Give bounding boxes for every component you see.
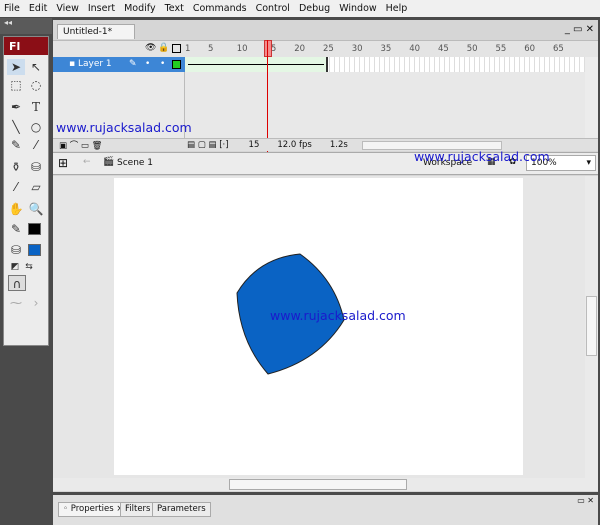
zoom-tool-icon[interactable]: 🔍 bbox=[27, 201, 45, 217]
frame-number: 65 bbox=[553, 44, 564, 54]
frame-number: 25 bbox=[323, 44, 334, 54]
stage-hscroll[interactable] bbox=[53, 478, 598, 491]
watermark: www.rujacksalad.com bbox=[270, 308, 406, 323]
pasteboard bbox=[53, 176, 585, 478]
scene-icon: 🎬 bbox=[103, 157, 115, 167]
pencil-icon: ✎ bbox=[129, 59, 137, 69]
frame-number: 55 bbox=[495, 44, 507, 54]
menu-file[interactable]: File bbox=[4, 3, 20, 14]
line-tool-icon[interactable]: ╲ bbox=[7, 119, 25, 135]
collapse-toolbox-button[interactable]: ◂◂ bbox=[0, 18, 52, 34]
oval-tool-icon[interactable]: ○ bbox=[27, 119, 45, 135]
paint-bucket-tool-icon[interactable]: ⛁ bbox=[27, 159, 45, 175]
frame-number: 35 bbox=[380, 44, 392, 54]
document-tab[interactable]: Untitled-1* bbox=[57, 24, 135, 39]
menu-text[interactable]: Text bbox=[165, 3, 184, 14]
timeline-frames-area bbox=[185, 72, 585, 138]
frame-number: 60 bbox=[524, 44, 536, 54]
frame-number: 20 bbox=[294, 44, 306, 54]
pen-tool-icon[interactable]: ✒ bbox=[7, 99, 25, 115]
current-frame: 15 bbox=[248, 140, 260, 150]
timeline-toggle-icon[interactable]: ⊞ bbox=[58, 156, 68, 170]
layer-row[interactable]: ▪ Layer 1 ✎ • • bbox=[53, 57, 185, 72]
menu-debug[interactable]: Debug bbox=[299, 3, 330, 14]
subselection-tool-icon[interactable]: ↖ bbox=[27, 59, 45, 75]
eraser-tool-icon[interactable]: ▱ bbox=[27, 179, 45, 195]
panel-controls[interactable]: ▭ ✕ bbox=[577, 496, 594, 505]
layer-name: Layer 1 bbox=[77, 59, 112, 69]
smooth-icon[interactable]: ⁓ bbox=[7, 295, 25, 311]
lock-dot[interactable]: • bbox=[160, 57, 165, 72]
properties-panel: ◦ Properties × Filters Parameters ▭ ✕ bbox=[53, 495, 598, 525]
fill-color-icon: ⛁ bbox=[10, 243, 22, 257]
menu-control[interactable]: Control bbox=[256, 3, 290, 14]
frame-number: 5 bbox=[208, 44, 214, 54]
toolbox: Fl ➤ ↖ ⬚ ◌ ✒ T ╲ ○ ✎ ⁄ ⚱ ⛁ ⁄ ▱ ✋ 🔍 ✎ ⛁ ◩… bbox=[3, 36, 49, 346]
selection-tool-icon[interactable]: ➤ bbox=[7, 59, 25, 75]
menu-view[interactable]: View bbox=[56, 3, 79, 14]
visibility-dot[interactable]: • bbox=[145, 57, 150, 72]
menu-window[interactable]: Window bbox=[339, 3, 376, 14]
back-arrow-icon[interactable]: ← bbox=[83, 157, 91, 167]
watermark: www.rujacksalad.com bbox=[56, 120, 192, 135]
watermark: www.rujacksalad.com bbox=[414, 149, 550, 164]
lasso-tool-icon[interactable]: ◌ bbox=[27, 77, 45, 93]
menu-insert[interactable]: Insert bbox=[88, 3, 115, 14]
frame-number: 40 bbox=[409, 44, 421, 54]
swap-colors-icon[interactable]: ⇆ bbox=[20, 259, 38, 275]
outline-icon[interactable] bbox=[172, 44, 181, 53]
tab-properties[interactable]: ◦ Properties × bbox=[58, 502, 129, 517]
timeline-vscroll[interactable] bbox=[585, 57, 598, 138]
frame-number: 1 bbox=[185, 44, 191, 54]
document-window: Untitled-1* _ ▭ ✕ 👁 🔒 151015202530354045… bbox=[53, 20, 598, 492]
tab-filters[interactable]: Filters bbox=[120, 502, 156, 517]
tab-parameters[interactable]: Parameters bbox=[152, 502, 211, 517]
brush-tool-icon[interactable]: ⁄ bbox=[27, 137, 45, 153]
straighten-icon[interactable]: › bbox=[27, 295, 45, 311]
layer-icon: ▪ bbox=[69, 59, 78, 69]
menu-help[interactable]: Help bbox=[386, 3, 408, 14]
elapsed-time: 1.2s bbox=[329, 140, 348, 150]
ink-bottle-tool-icon[interactable]: ⚱ bbox=[7, 159, 25, 175]
stage-svg bbox=[236, 253, 345, 375]
onion-skin-icons[interactable]: ▤ ▢ ▤ [·] bbox=[187, 140, 229, 150]
timeline-header: 👁 🔒 15101520253035404550556065 bbox=[53, 40, 598, 57]
frame-number: 30 bbox=[351, 44, 363, 54]
stage-vscroll[interactable] bbox=[585, 176, 598, 478]
frame-rate: 12.0 fps bbox=[277, 140, 312, 150]
scene-name[interactable]: Scene 1 bbox=[117, 158, 153, 168]
window-controls[interactable]: _ ▭ ✕ bbox=[565, 24, 594, 35]
free-transform-tool-icon[interactable]: ⬚ bbox=[7, 77, 25, 93]
fill-color-swatch[interactable] bbox=[28, 244, 41, 256]
snap-to-objects-icon[interactable]: ∩ bbox=[8, 275, 26, 291]
outline-color-square[interactable] bbox=[172, 60, 181, 69]
text-tool-icon[interactable]: T bbox=[27, 99, 45, 115]
frame-number: 50 bbox=[466, 44, 478, 54]
hand-tool-icon[interactable]: ✋ bbox=[7, 201, 25, 217]
motion-tween[interactable] bbox=[185, 57, 328, 72]
playhead-handle[interactable] bbox=[264, 40, 272, 57]
menu-modify[interactable]: Modify bbox=[124, 3, 155, 14]
eye-icon[interactable]: 👁 bbox=[145, 43, 156, 53]
layer-buttons-icon[interactable]: ▣ ⌒ ▭ 🗑 bbox=[59, 139, 179, 151]
eyedropper-tool-icon[interactable]: ⁄ bbox=[7, 179, 25, 195]
app-logo: Fl bbox=[4, 37, 48, 55]
menu-commands[interactable]: Commands bbox=[193, 3, 247, 14]
frame-number: 45 bbox=[438, 44, 449, 54]
menu-bar: File Edit View Insert Modify Text Comman… bbox=[0, 0, 600, 17]
frame-number: 10 bbox=[236, 44, 248, 54]
pencil-tool-icon[interactable]: ✎ bbox=[7, 137, 25, 153]
menu-edit[interactable]: Edit bbox=[29, 3, 47, 14]
lock-icon[interactable]: 🔒 bbox=[158, 43, 169, 53]
stroke-color-swatch[interactable] bbox=[28, 223, 41, 235]
stroke-color-icon: ✎ bbox=[10, 222, 22, 236]
